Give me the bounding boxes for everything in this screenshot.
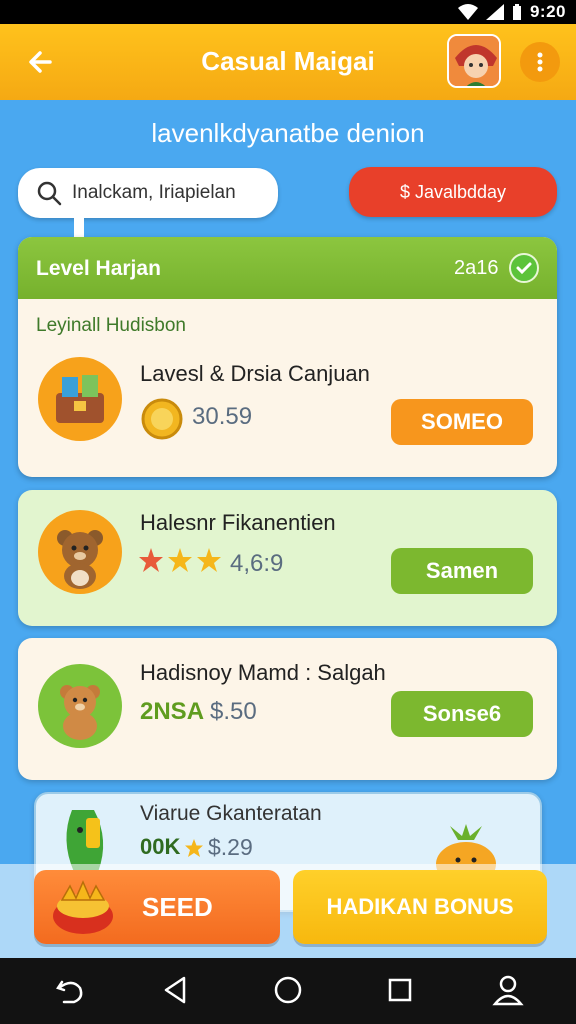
recents-icon[interactable] (382, 972, 418, 1008)
search-icon (37, 181, 62, 206)
treasure-chest-icon (38, 357, 122, 441)
item-value: $.29 (208, 834, 253, 860)
item-value-prefix: 00K (140, 834, 181, 859)
search-bubble-tail (74, 216, 84, 238)
coin-icon (141, 398, 183, 440)
teddy-bear-icon (38, 664, 122, 748)
search-placeholder: Inalckam, Iriapielan (72, 182, 236, 203)
battery-icon (512, 4, 521, 20)
back-icon[interactable] (158, 972, 194, 1008)
search-input[interactable]: Inalckam, Iriapielan (18, 168, 278, 238)
system-nav-bar (0, 958, 576, 1024)
rating-stars-icon (139, 548, 221, 572)
panel-subtitle: Leyinall Hudisbon (36, 315, 186, 336)
item-title: Hadisnoy Mamd : Salgah (140, 660, 386, 685)
item-title: Lavesl & Drsia Canjuan (140, 361, 370, 386)
item-title: Viarue Gkanteratan (140, 802, 322, 825)
see-button[interactable]: SEED (34, 870, 280, 944)
home-icon[interactable] (270, 972, 306, 1008)
item-title: Halesnr Fikanentien (140, 510, 336, 535)
item-action-button[interactable]: Samen (391, 548, 533, 594)
item-value-prefix: 2NSA (140, 698, 205, 725)
avatar-character-icon (449, 36, 499, 86)
item-value: $.50 (210, 698, 257, 725)
panel-title: Level Harjan (36, 257, 161, 280)
wifi-icon (457, 4, 478, 20)
status-time: 9:20 (529, 2, 566, 21)
undo-icon[interactable] (52, 972, 88, 1008)
app-bar: Casual Maigai (0, 24, 576, 100)
bear-icon (38, 510, 122, 594)
more-menu-button[interactable] (520, 42, 560, 82)
check-icon (509, 253, 539, 283)
more-vertical-icon (537, 52, 543, 72)
item-action-button[interactable]: Sonse6 (391, 691, 533, 737)
gift-basket-icon (53, 880, 113, 934)
level-panel: Level Harjan 2a16 Leyinall Hudisbon Lave… (18, 237, 557, 477)
panel-header: Level Harjan 2a16 (18, 237, 557, 299)
bonus-button[interactable]: HADIKAN BONUS (293, 870, 547, 944)
signal-icon (485, 4, 504, 20)
avatar[interactable] (447, 34, 501, 88)
panel-year: 2a16 (454, 257, 499, 279)
item-value: 30.59 (192, 403, 253, 430)
star-icon (185, 839, 203, 857)
page-headline: lavenlkdyanatbe denion (151, 118, 425, 148)
cucumber-character-icon (66, 810, 104, 872)
status-bar: 9:20 (0, 0, 576, 24)
profile-icon[interactable] (490, 972, 526, 1008)
promo-button[interactable]: $ Javalbdday (349, 167, 557, 217)
see-button-label: SEED (142, 892, 213, 922)
item-action-button[interactable]: SOMEO (391, 399, 533, 445)
list-item[interactable]: Halesnr Fikanentien 4,6:9 Samen (18, 490, 557, 626)
list-item[interactable]: Hadisnoy Mamd : Salgah 2NSA $.50 Sonse6 (18, 638, 557, 780)
item-value: 4,6:9 (230, 550, 284, 577)
